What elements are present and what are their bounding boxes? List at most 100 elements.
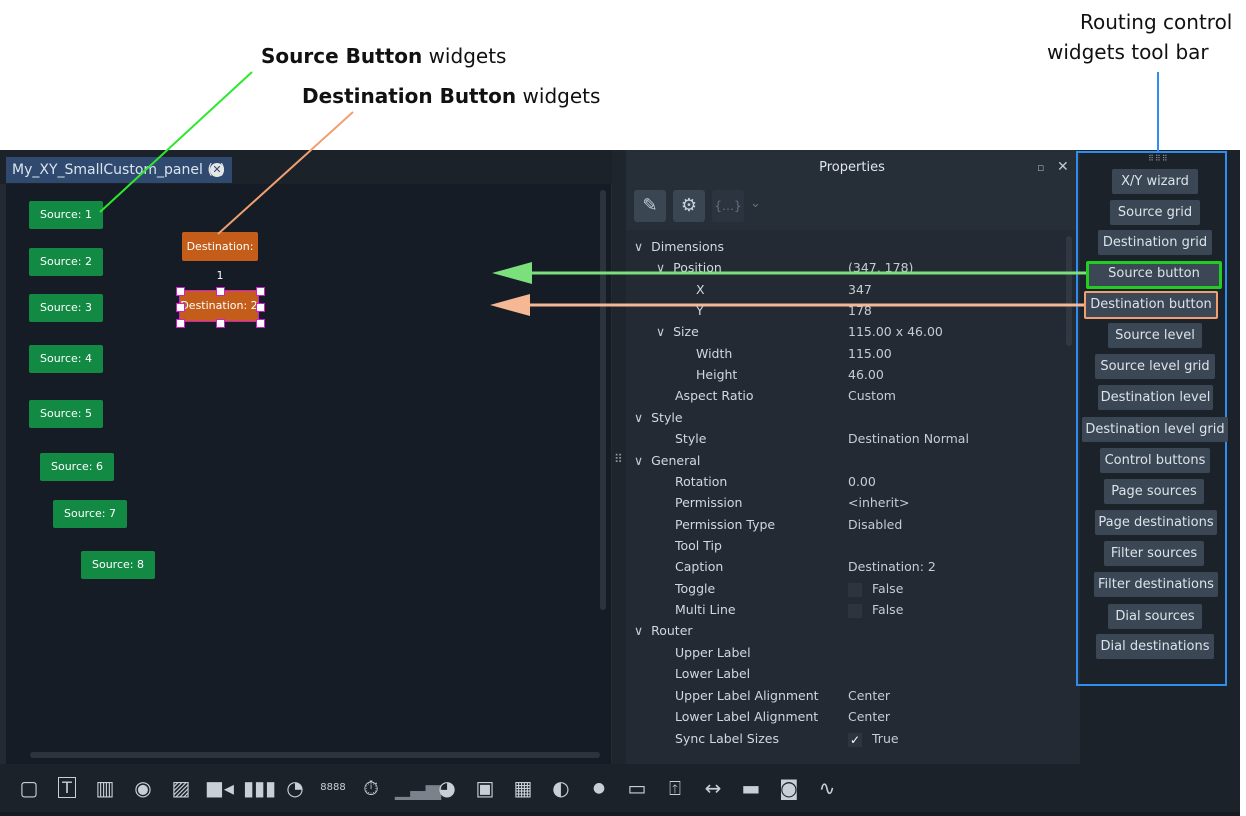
resize-handle[interactable] — [176, 287, 185, 296]
caption-value[interactable]: Destination: 2 — [848, 556, 936, 577]
group-general[interactable]: ∨ General — [634, 450, 700, 471]
close-circle-icon[interactable]: ✕ — [210, 163, 224, 177]
picture-icon[interactable]: ▣ — [471, 774, 499, 802]
source-button-widget[interactable]: Source: 5 — [29, 400, 103, 428]
height-value[interactable]: 46.00 — [848, 364, 884, 385]
chart-icon[interactable]: ▁▃▅ — [395, 774, 441, 802]
source-level-grid-button[interactable]: Source level grid — [1095, 354, 1215, 379]
timer-icon[interactable]: ⏱ — [357, 774, 385, 802]
script-icon[interactable]: {…} — [712, 190, 744, 222]
source-button-widget[interactable]: Source: 8 — [81, 551, 155, 579]
destination-level-grid-button[interactable]: Destination level grid — [1082, 417, 1228, 442]
resize-handle[interactable] — [256, 287, 265, 296]
source-button-button[interactable]: Source button — [1086, 261, 1222, 289]
circle-icon[interactable]: ◉ — [129, 774, 157, 802]
source-button-widget[interactable]: Source: 3 — [29, 294, 103, 322]
aspect-ratio-value[interactable]: Custom — [848, 385, 896, 406]
permission-value[interactable]: <inherit> — [848, 492, 909, 513]
toggle-value[interactable]: False — [848, 578, 903, 599]
page-destinations-button[interactable]: Page destinations — [1095, 510, 1217, 535]
text-icon[interactable]: T — [53, 774, 81, 802]
multi-line-value[interactable]: False — [848, 599, 903, 620]
video-icon[interactable]: ■◂ — [205, 774, 234, 802]
style-value[interactable]: Destination Normal — [848, 428, 969, 449]
rotation-value[interactable]: 0.00 — [848, 471, 876, 492]
filter-destinations-button[interactable]: Filter destinations — [1094, 572, 1218, 597]
destination-grid-button[interactable]: Destination grid — [1098, 230, 1212, 255]
destination-button-widget[interactable]: Destination: 1 — [182, 232, 258, 282]
chevron-down-icon[interactable]: ∨ — [634, 410, 643, 425]
page-sources-button[interactable]: Page sources — [1104, 479, 1204, 504]
toolbar-grip-icon[interactable]: ⠿⠿⠿ — [1148, 154, 1169, 163]
grid-icon[interactable]: ▦ — [509, 774, 537, 802]
canvas-horizontal-scrollbar[interactable] — [30, 752, 600, 758]
lower-label-alignment-value[interactable]: Center — [848, 706, 890, 727]
speaker-icon[interactable]: ◙ — [775, 774, 803, 802]
source-level-button[interactable]: Source level — [1108, 323, 1202, 348]
panel-icon[interactable]: ▥ — [91, 774, 119, 802]
rectangle-icon[interactable]: ▢ — [15, 774, 43, 802]
settings-icon[interactable]: ⚙ — [673, 190, 705, 222]
source-button-widget[interactable]: Source: 6 — [40, 453, 114, 481]
chevron-down-icon[interactable]: ∨ — [656, 260, 665, 275]
x-value[interactable]: 347 — [848, 279, 872, 300]
y-value[interactable]: 178 — [848, 300, 872, 321]
resize-handle[interactable] — [256, 319, 265, 328]
resize-handle[interactable] — [176, 303, 185, 312]
splitter-grip-icon[interactable]: ⠿ — [614, 452, 623, 466]
edit-icon[interactable]: ✎ — [634, 190, 666, 222]
permission-type-value[interactable]: Disabled — [848, 514, 902, 535]
group-size[interactable]: ∨ Size — [656, 321, 699, 342]
upper-label-alignment-value[interactable]: Center — [848, 685, 890, 706]
line-icon[interactable]: ▬ — [737, 774, 765, 802]
dot-icon[interactable]: ● — [585, 774, 613, 802]
group-position[interactable]: ∨ Position — [656, 257, 722, 278]
checkmark-icon[interactable]: ✓ — [848, 732, 862, 747]
resize-handle[interactable] — [176, 319, 185, 328]
clock-icon[interactable]: ◔ — [281, 774, 309, 802]
export-icon[interactable]: ⍐ — [661, 774, 689, 802]
panel-tab[interactable]: My_XY_SmallCustom_panel (*) ✕ — [6, 157, 232, 183]
dial-sources-button[interactable]: Dial sources — [1108, 604, 1202, 629]
source-button-widget[interactable]: Source: 4 — [29, 345, 103, 373]
pie-chart-icon[interactable]: ◕ — [433, 774, 461, 802]
dial-icon[interactable]: ◐ — [547, 774, 575, 802]
group-router[interactable]: ∨ Router — [634, 620, 693, 641]
source-button-widget[interactable]: Source: 7 — [53, 500, 127, 528]
group-style[interactable]: ∨ Style — [634, 407, 683, 428]
level-meter-icon[interactable]: ▮▮▮ — [243, 774, 276, 802]
canvas-vertical-scrollbar[interactable] — [600, 190, 606, 610]
source-button-widget[interactable]: Source: 2 — [29, 248, 103, 276]
close-panel-icon[interactable]: ✕ — [1057, 159, 1069, 175]
destination-button-button[interactable]: Destination button — [1084, 291, 1218, 319]
width-value[interactable]: 115.00 — [848, 343, 892, 364]
float-panel-icon[interactable]: ▫ — [1037, 161, 1047, 174]
selected-destination-button[interactable]: Destination: 2 — [176, 287, 265, 328]
chevron-down-icon[interactable]: ∨ — [656, 324, 665, 339]
xy-wizard-button[interactable]: X/Y wizard — [1112, 169, 1198, 194]
resize-handle[interactable] — [216, 287, 225, 296]
properties-scrollbar[interactable] — [1066, 236, 1072, 346]
toggle-checkbox[interactable] — [848, 582, 862, 597]
waveform-icon[interactable]: ∿ — [813, 774, 841, 802]
chevron-down-icon[interactable]: ∨ — [634, 239, 643, 254]
chevron-down-icon[interactable]: ∨ — [634, 623, 643, 638]
group-style-label: Style — [651, 410, 683, 425]
resize-handle[interactable] — [216, 319, 225, 328]
slider-icon[interactable]: ▭ — [623, 774, 651, 802]
multi-line-checkbox[interactable] — [848, 603, 862, 618]
filter-sources-button[interactable]: Filter sources — [1104, 541, 1204, 566]
resize-handle[interactable] — [256, 303, 265, 312]
counter-icon[interactable]: 8888 — [319, 774, 347, 802]
image-icon[interactable]: ▨ — [167, 774, 195, 802]
source-grid-button[interactable]: Source grid — [1110, 200, 1200, 225]
destination-level-button[interactable]: Destination level — [1098, 385, 1213, 410]
source-button-widget[interactable]: Source: 1 — [29, 201, 103, 229]
chevron-down-icon[interactable]: ∨ — [634, 453, 643, 468]
group-dimensions[interactable]: ∨ Dimensions — [634, 236, 724, 257]
sync-label-sizes-value[interactable]: ✓ True — [848, 728, 899, 749]
dial-destinations-button[interactable]: Dial destinations — [1096, 634, 1214, 659]
stretch-icon[interactable]: ↔ — [699, 774, 727, 802]
control-buttons-button[interactable]: Control buttons — [1100, 448, 1210, 473]
chevron-down-icon[interactable]: ⌄ — [750, 196, 761, 211]
